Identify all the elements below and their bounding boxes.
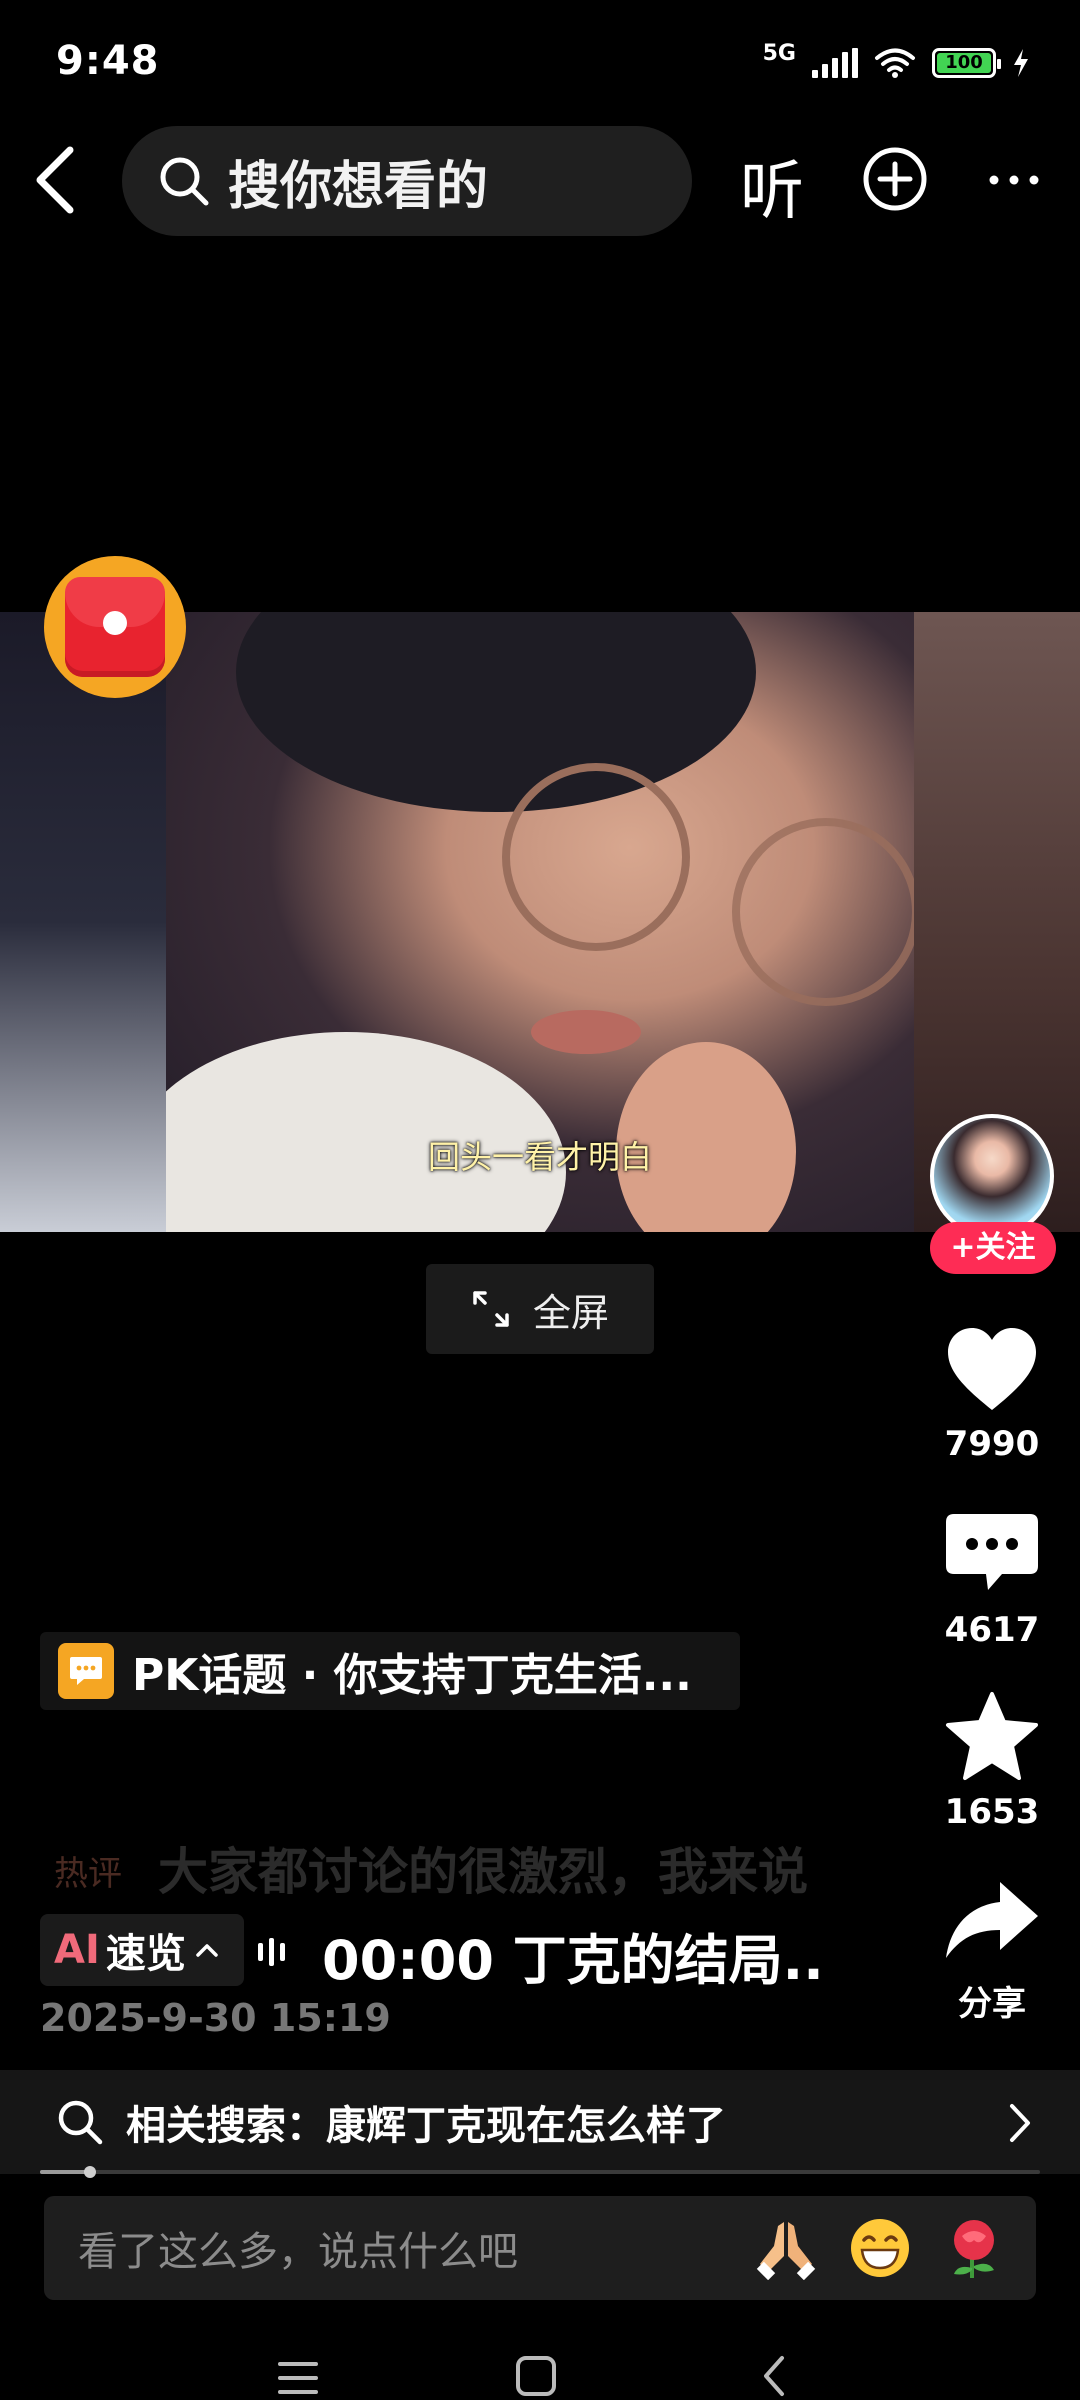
ai-summary-label: 速览 <box>105 1931 186 1977</box>
back-button[interactable] <box>26 140 86 220</box>
battery-level: 100 <box>937 53 991 73</box>
listen-button[interactable]: 听 <box>740 140 804 232</box>
favorite-button[interactable]: 1653 <box>922 1690 1062 1832</box>
home-icon[interactable] <box>514 2354 558 2398</box>
hot-comment-text[interactable]: 大家都讨论的很激烈，我来说 <box>158 1832 808 1904</box>
search-bar[interactable]: 搜你想看的 <box>122 126 692 236</box>
author-avatar[interactable] <box>930 1114 1054 1238</box>
progress-track[interactable] <box>40 2170 1040 2174</box>
heart-icon <box>948 1328 1036 1410</box>
progress-fill <box>40 2170 90 2174</box>
like-button[interactable]: 7990 <box>922 1322 1062 1464</box>
status-indicators: 5G 100 <box>763 40 1030 86</box>
search-icon <box>58 2100 103 2145</box>
search-icon <box>160 157 209 206</box>
progress-handle[interactable] <box>84 2166 96 2178</box>
follow-button[interactable]: +关注 <box>930 1222 1056 1274</box>
expand-icon <box>473 1291 509 1327</box>
comment-count: 4617 <box>944 1610 1040 1650</box>
wifi-icon <box>875 48 915 78</box>
chevron-right-icon <box>1010 2104 1030 2142</box>
status-time: 9:48 <box>56 38 160 84</box>
ai-summary-text[interactable]: 00:00 丁克的结局.. <box>322 1916 824 1995</box>
red-packet-icon[interactable] <box>44 556 186 698</box>
charging-icon <box>1014 49 1028 77</box>
comment-placeholder: 看了这么多，说点什么吧 <box>78 2229 518 2275</box>
comment-input[interactable]: 看了这么多，说点什么吧 <box>44 2196 1036 2300</box>
favorite-count: 1653 <box>944 1792 1040 1832</box>
related-search-bar[interactable]: 相关搜索：康辉丁克现在怎么样了 <box>0 2070 1080 2174</box>
battery-icon: 100 <box>932 48 1001 78</box>
folded-hands-emoji-icon[interactable] <box>754 2216 818 2280</box>
like-count: 7990 <box>944 1424 1040 1464</box>
more-button[interactable] <box>984 150 1044 210</box>
fullscreen-button[interactable]: 全屏 <box>426 1264 654 1354</box>
add-button[interactable] <box>862 146 928 212</box>
nav-back-icon[interactable] <box>758 2352 788 2400</box>
related-search-text: 相关搜索：康辉丁克现在怎么样了 <box>126 2103 726 2149</box>
share-label: 分享 <box>958 1984 1026 2024</box>
search-placeholder: 搜你想看的 <box>228 156 489 217</box>
topic-chat-icon <box>58 1643 114 1699</box>
share-button[interactable]: 分享 <box>922 1874 1062 2025</box>
share-icon <box>946 1882 1038 1958</box>
hot-comment-tag: 热评 <box>54 1854 122 1894</box>
star-icon <box>946 1692 1038 1780</box>
rose-emoji-icon[interactable] <box>942 2216 1006 2280</box>
menu-icon[interactable] <box>276 2358 320 2398</box>
pk-topic-text: PK话题 · 你支持丁克生活... <box>132 1650 692 1701</box>
audio-wave-icon <box>258 1932 285 1972</box>
ai-logo: AI <box>54 1927 100 1973</box>
comment-button[interactable]: 4617 <box>922 1508 1062 1650</box>
chevron-up-icon <box>196 1944 218 1957</box>
network-type: 5G <box>762 40 796 66</box>
grinning-emoji-icon[interactable] <box>848 2216 912 2280</box>
ai-summary-button[interactable]: AI 速览 <box>40 1914 244 1986</box>
comment-icon <box>946 1514 1038 1590</box>
video-player[interactable]: 回头一看才明白 <box>0 612 1080 1232</box>
post-date: 2025-9-30 15:19 <box>40 1996 391 2040</box>
pk-topic-banner[interactable]: PK话题 · 你支持丁克生活... <box>40 1632 740 1710</box>
video-subtitle: 回头一看才明白 <box>427 1138 652 1176</box>
fullscreen-label: 全屏 <box>532 1290 609 1335</box>
signal-icon <box>812 48 858 78</box>
